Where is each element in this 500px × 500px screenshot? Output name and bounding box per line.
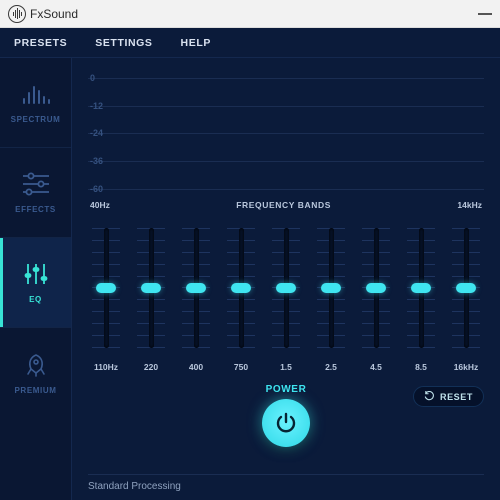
sidebar-item-spectrum[interactable]: SPECTRUM	[0, 58, 71, 148]
menu-help[interactable]: HELP	[181, 37, 211, 49]
slider-track-wrap	[358, 222, 394, 354]
db-tick: -36	[90, 156, 103, 166]
eq-band-slider[interactable]: 16kHz	[448, 222, 484, 374]
eq-band-slider[interactable]: 2.5	[313, 222, 349, 374]
slider-thumb[interactable]	[366, 283, 386, 293]
slider-track-wrap	[313, 222, 349, 354]
db-tick: -12	[90, 101, 103, 111]
eq-panel: 0 -12 -24 -36 -60 40Hz FREQUENCY BANDS 1…	[72, 58, 500, 500]
slider-track-wrap	[403, 222, 439, 354]
app-name: FxSound	[30, 7, 78, 21]
power-icon	[274, 411, 298, 435]
slider-track-wrap	[133, 222, 169, 354]
band-frequency-label: 220	[144, 362, 158, 372]
eq-band-slider[interactable]: 4.5	[358, 222, 394, 374]
power-label: POWER	[266, 384, 307, 395]
eq-sliders-icon	[21, 261, 51, 287]
slider-thumb[interactable]	[456, 283, 476, 293]
slider-track-wrap	[88, 222, 124, 354]
status-text: Standard Processing	[88, 474, 484, 492]
reset-label: RESET	[440, 392, 473, 402]
slider-track	[374, 228, 379, 348]
band-frequency-label: 8.5	[415, 362, 427, 372]
band-frequency-label: 2.5	[325, 362, 337, 372]
power-button[interactable]	[262, 399, 310, 447]
eq-sliders: 110Hz 220 400 750 1.5 2.5 4.5 8.5 16kHz	[88, 214, 484, 374]
slider-track	[104, 228, 109, 348]
slider-thumb[interactable]	[141, 283, 161, 293]
eq-band-slider[interactable]: 220	[133, 222, 169, 374]
slider-thumb[interactable]	[276, 283, 296, 293]
equalizer-circle-icon	[8, 5, 26, 23]
band-frequency-label: 1.5	[280, 362, 292, 372]
slider-track	[329, 228, 334, 348]
eq-band-slider[interactable]: 1.5	[268, 222, 304, 374]
refresh-icon	[424, 391, 435, 402]
spectrum-icon	[21, 81, 51, 107]
sidebar-item-label: SPECTRUM	[11, 115, 61, 124]
band-frequency-label: 400	[189, 362, 203, 372]
rocket-icon	[21, 352, 51, 378]
db-tick: -60	[90, 184, 103, 194]
slider-track	[464, 228, 469, 348]
band-frequency-label: 110Hz	[94, 362, 118, 372]
sliders-horizontal-icon	[21, 171, 51, 197]
sidebar-item-premium[interactable]: PREMIUM	[0, 328, 71, 418]
sidebar-item-eq[interactable]: EQ	[0, 238, 71, 328]
slider-track-wrap	[448, 222, 484, 354]
top-menu: PRESETS SETTINGS HELP	[0, 28, 500, 58]
frequency-header: 40Hz FREQUENCY BANDS 14kHz	[88, 196, 484, 214]
slider-thumb[interactable]	[321, 283, 341, 293]
db-tick: 0	[90, 73, 95, 83]
slider-track-wrap	[223, 222, 259, 354]
slider-thumb[interactable]	[411, 283, 431, 293]
slider-track	[419, 228, 424, 348]
menu-presets[interactable]: PRESETS	[14, 37, 67, 49]
sidebar-item-effects[interactable]: EFFECTS	[0, 148, 71, 238]
sidebar-item-label: EQ	[29, 295, 42, 304]
app-logo: FxSound	[8, 5, 78, 23]
band-frequency-label: 750	[234, 362, 248, 372]
db-scale: 0 -12 -24 -36 -60	[88, 68, 484, 190]
eq-band-slider[interactable]: 750	[223, 222, 259, 374]
slider-thumb[interactable]	[186, 283, 206, 293]
slider-track	[284, 228, 289, 348]
freq-range-high: 14kHz	[457, 200, 482, 210]
slider-track	[239, 228, 244, 348]
eq-band-slider[interactable]: 110Hz	[88, 222, 124, 374]
freq-bands-title: FREQUENCY BANDS	[236, 200, 331, 210]
power-row: POWER RESET	[88, 384, 484, 474]
slider-thumb[interactable]	[96, 283, 116, 293]
reset-button[interactable]: RESET	[413, 386, 484, 407]
slider-track	[149, 228, 154, 348]
minimize-icon[interactable]	[478, 13, 492, 15]
eq-band-slider[interactable]: 8.5	[403, 222, 439, 374]
slider-track-wrap	[268, 222, 304, 354]
slider-thumb[interactable]	[231, 283, 251, 293]
slider-track	[194, 228, 199, 348]
band-frequency-label: 16kHz	[454, 362, 479, 372]
menu-settings[interactable]: SETTINGS	[95, 37, 152, 49]
eq-band-slider[interactable]: 400	[178, 222, 214, 374]
sidebar-item-label: PREMIUM	[15, 386, 57, 395]
sidebar: SPECTRUM EFFECTS	[0, 58, 72, 500]
db-tick: -24	[90, 128, 103, 138]
sidebar-item-label: EFFECTS	[15, 205, 56, 214]
titlebar: FxSound	[0, 0, 500, 28]
slider-track-wrap	[178, 222, 214, 354]
freq-range-low: 40Hz	[90, 200, 110, 210]
band-frequency-label: 4.5	[370, 362, 382, 372]
